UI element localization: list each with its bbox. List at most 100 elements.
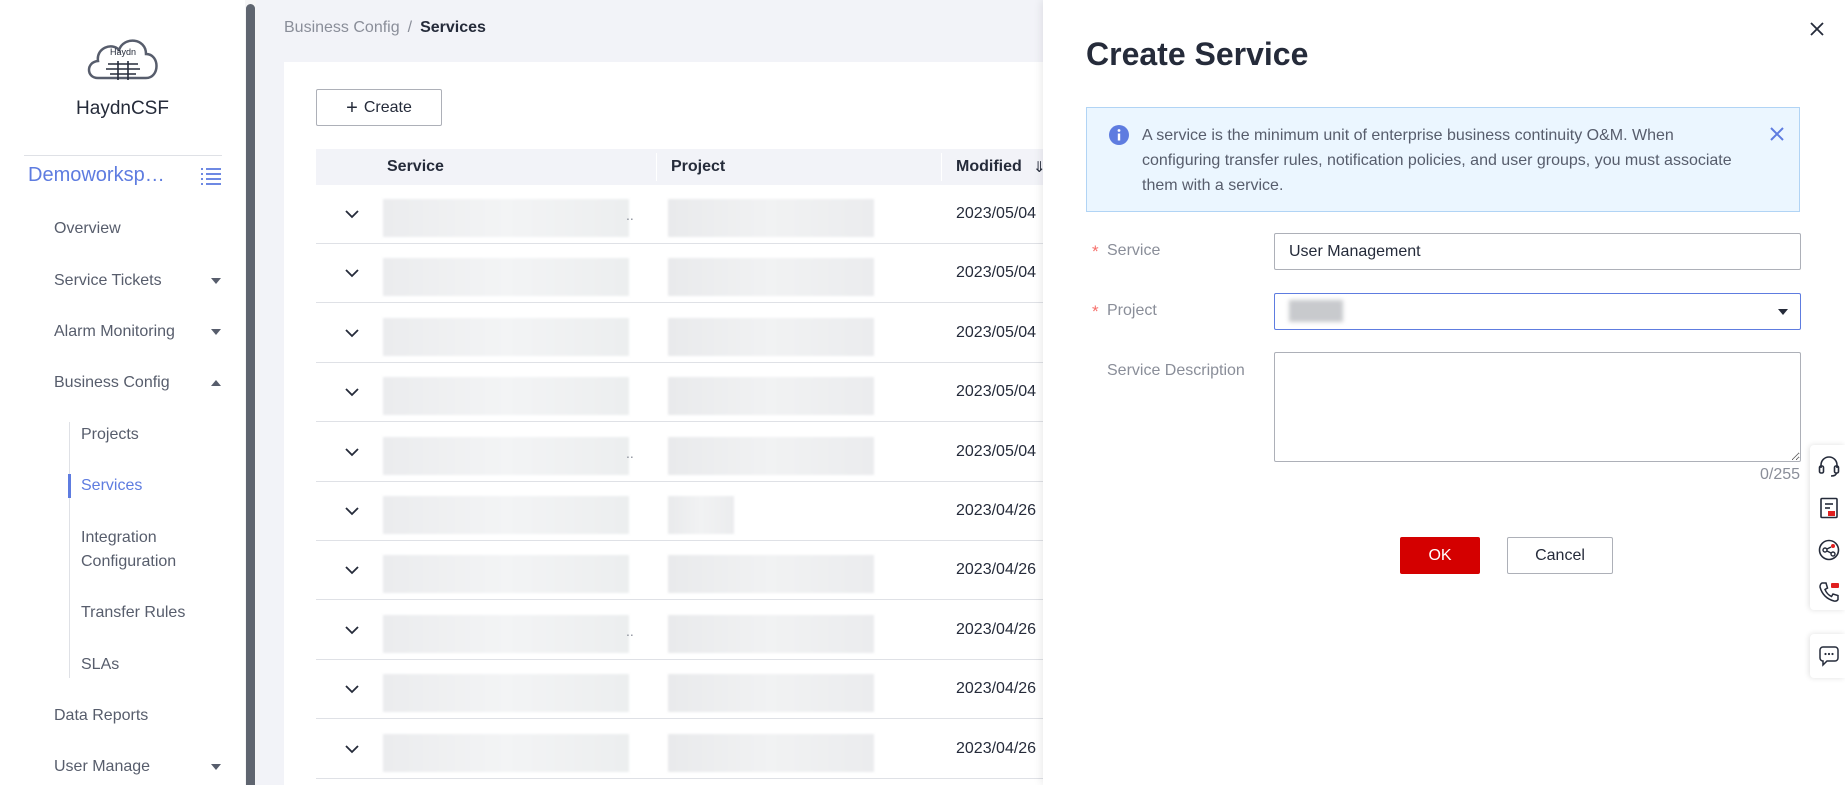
service-name-redacted[interactable] [383,614,629,653]
chevron-down-icon[interactable] [344,681,360,697]
project-name-redacted [668,496,734,534]
active-indicator [68,474,71,498]
logo-text: Haydn [110,47,136,57]
nav-service-tickets[interactable]: Service Tickets [54,272,162,290]
manual-icon[interactable] [1817,496,1841,520]
chevron-down-icon[interactable] [344,265,360,281]
project-name-redacted [668,199,874,237]
table-row[interactable]: .. 2023/05/04 [316,422,1046,482]
modified-date: 2023/04/26 [956,739,1037,757]
modified-date: 2023/05/04 [956,323,1037,341]
chevron-down-icon[interactable] [344,562,360,578]
sidebar-scrollbar[interactable] [245,0,256,785]
close-icon[interactable] [1769,126,1785,142]
table-row[interactable]: 2023/05/04 [316,244,1046,304]
phone-icon[interactable] [1817,580,1841,604]
chevron-down-icon[interactable] [211,329,221,335]
column-service[interactable]: Service [387,158,444,176]
ok-button[interactable]: OK [1400,537,1480,574]
table-row[interactable]: 2023/05/04 [316,363,1046,423]
modified-date: 2023/05/04 [956,383,1037,401]
service-name-redacted[interactable] [383,733,629,772]
service-name-redacted[interactable] [383,377,629,416]
drawer-title: Create Service [1086,36,1309,72]
breadcrumb-current: Services [420,19,486,36]
scrollbar-thumb[interactable] [246,4,255,785]
chevron-down-icon[interactable] [344,622,360,638]
table-header: Service Project Modified ⇓ [316,149,1046,185]
column-divider[interactable] [656,153,657,181]
service-name-redacted[interactable] [383,199,629,237]
brand-name: HaydnCSF [76,98,169,119]
service-name-redacted[interactable] [383,317,629,356]
ellipsis: .. [626,444,634,461]
required-mark: * [1092,302,1099,321]
table-row[interactable]: 2023/04/26 [316,719,1046,779]
service-name-redacted[interactable] [383,674,629,713]
project-name-redacted [668,377,874,416]
chevron-down-icon[interactable] [344,741,360,757]
project-name-redacted [668,258,874,297]
share-icon[interactable] [1817,538,1841,562]
project-select[interactable] [1274,293,1801,330]
modified-date: 2023/04/26 [956,561,1037,579]
nav-services[interactable]: Services [81,474,142,498]
nav-business-config[interactable]: Business Config [54,374,170,392]
character-counter: 0/255 [1760,466,1801,483]
table-row[interactable]: 2023/05/04 [316,303,1046,363]
chevron-down-icon[interactable] [344,384,360,400]
haydn-logo-icon: Haydn [87,39,158,80]
chevron-down-icon[interactable] [1778,309,1788,315]
headset-icon[interactable] [1817,454,1841,478]
nav-data-reports[interactable]: Data Reports [54,707,148,725]
workspace-name[interactable]: Demoworksp… [28,164,165,187]
chevron-down-icon[interactable] [344,503,360,519]
chevron-down-icon[interactable] [344,206,360,222]
table-row[interactable]: 2023/04/26 [316,660,1046,720]
nav-user-manage[interactable]: User Manage [54,758,150,776]
nav-overview[interactable]: Overview [54,220,121,238]
chat-icon[interactable] [1817,644,1841,668]
service-name-redacted[interactable] [383,258,629,297]
column-modified[interactable]: Modified [956,158,1022,176]
table-row[interactable]: 2023/04/26 [316,482,1046,541]
submenu-guide-line [69,422,70,678]
table-row[interactable]: 2023/04/26 [316,541,1046,601]
close-icon[interactable] [1807,19,1827,39]
workspace-switcher[interactable]: Demoworksp… [28,164,228,188]
service-name-redacted[interactable] [383,496,629,534]
breadcrumb-separator: / [407,19,413,36]
service-name-input[interactable] [1274,233,1801,270]
info-alert: A service is the minimum unit of enterpr… [1086,107,1800,212]
description-textarea[interactable] [1274,352,1801,462]
chevron-down-icon[interactable] [344,444,360,460]
nav-integration-configuration[interactable]: Integration Configuration [81,526,231,574]
list-menu-icon[interactable] [200,166,222,186]
chevron-down-icon[interactable] [211,764,221,770]
breadcrumb-parent[interactable]: Business Config [284,19,400,36]
cancel-button[interactable]: Cancel [1507,537,1613,574]
info-text: A service is the minimum unit of enterpr… [1142,127,1732,194]
column-project[interactable]: Project [671,158,725,176]
plus-icon: + [346,96,358,119]
table-row[interactable]: .. 2023/04/26 [316,600,1046,660]
service-name-redacted[interactable] [383,436,629,475]
modified-date: 2023/04/26 [956,620,1037,638]
modified-date: 2023/04/26 [956,680,1037,698]
column-divider[interactable] [941,153,942,181]
service-name-redacted[interactable] [383,555,629,594]
breadcrumb: Business Config / Services [284,19,486,37]
modified-date: 2023/05/04 [956,205,1037,222]
create-label: Create [363,98,412,116]
table-row[interactable]: .. 2023/05/04 [316,185,1046,244]
nav-slas[interactable]: SLAs [81,653,119,677]
nav-alarm-monitoring[interactable]: Alarm Monitoring [54,323,175,341]
create-button[interactable]: + Create [316,89,442,126]
chevron-up-icon[interactable] [211,380,221,386]
chevron-down-icon[interactable] [211,278,221,284]
nav-projects[interactable]: Projects [81,423,139,447]
modified-date: 2023/05/04 [956,264,1037,282]
chevron-down-icon[interactable] [344,325,360,341]
sidebar: Haydn HaydnCSF Demoworksp… Overview Serv… [0,0,245,785]
nav-transfer-rules[interactable]: Transfer Rules [81,601,185,625]
